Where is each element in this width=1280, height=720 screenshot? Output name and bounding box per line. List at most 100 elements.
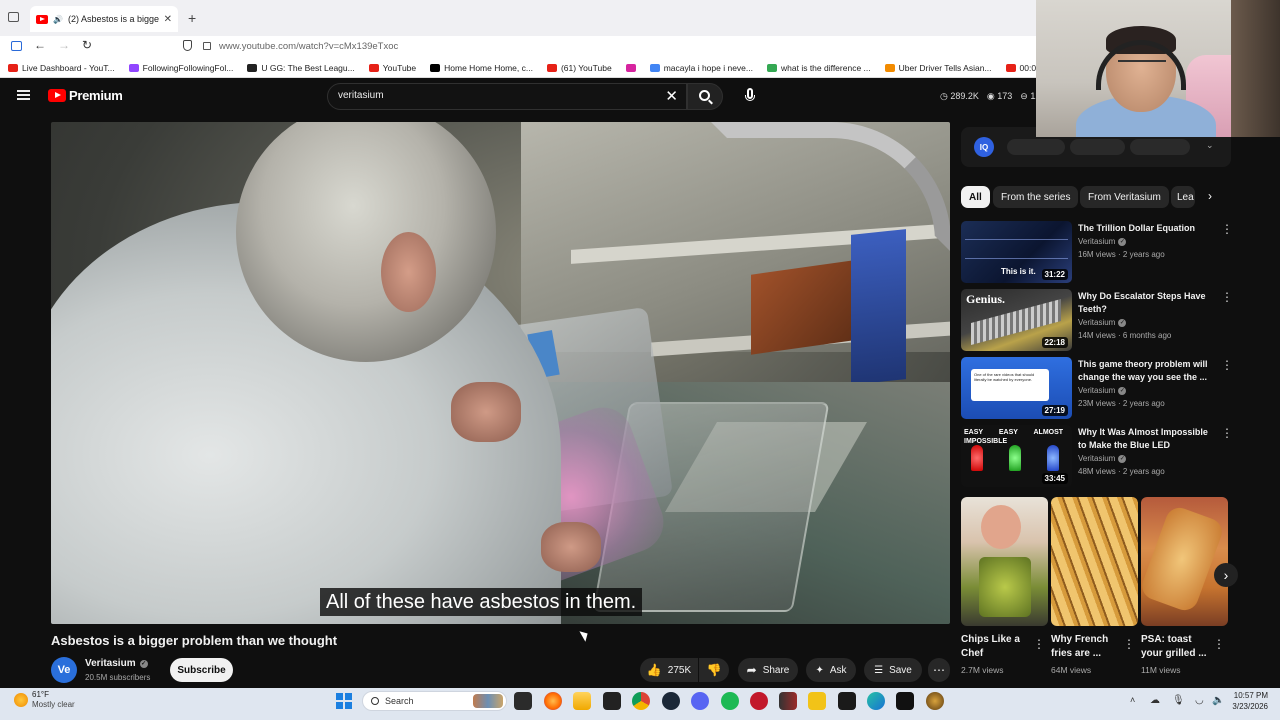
channel-name[interactable]: Veritasium ✓ (85, 658, 148, 669)
chevron-down-icon[interactable]: ⌄ (1206, 140, 1214, 151)
chip-from-veritasium[interactable]: From Veritasium (1080, 186, 1169, 208)
capcut-icon[interactable] (896, 692, 914, 710)
spotify-icon[interactable] (721, 692, 739, 710)
tab-overview-icon[interactable] (8, 12, 19, 22)
chip-lea[interactable]: Lea (1171, 186, 1195, 208)
bookmark-item[interactable]: FollowingFollowingFol... (128, 63, 233, 73)
video-player[interactable] (51, 122, 950, 624)
short-menu-icon-1[interactable]: ⋮ (1033, 637, 1045, 651)
rec-channel[interactable]: Veritasium ✓ (1078, 237, 1127, 246)
speaker-icon[interactable]: 🔊 (53, 15, 63, 24)
rec-menu-icon[interactable]: ⋮ (1221, 291, 1233, 303)
bookmark-item[interactable]: what is the difference ... (767, 63, 871, 73)
bookmark-item[interactable]: (61) YouTube (546, 63, 612, 73)
network-icon[interactable]: ☁ (1150, 695, 1160, 706)
red-app-icon[interactable] (750, 692, 768, 710)
short-menu-icon-3[interactable]: ⋮ (1213, 637, 1225, 651)
task-view-icon[interactable] (514, 692, 532, 710)
browser-tab-active[interactable]: 🔊 (2) Asbestos is a bigger pro ✕ (30, 6, 178, 32)
file-explorer-icon[interactable] (573, 692, 591, 710)
bookmark-item[interactable] (625, 63, 636, 72)
verified-icon: ✓ (1118, 318, 1127, 327)
clear-search-icon[interactable]: ✕ (665, 87, 678, 105)
shorts-next-button[interactable]: › (1214, 563, 1238, 587)
rec-channel[interactable]: Veritasium ✓ (1078, 318, 1127, 327)
chip-from-series[interactable]: From the series (993, 186, 1079, 208)
media-app-icon[interactable] (779, 692, 797, 710)
bookmark-item[interactable]: Uber Driver Tells Asian... (884, 63, 992, 73)
iq-icon[interactable]: IQ (974, 137, 994, 157)
rec-thumbnail[interactable]: Genius. 22:18 (961, 289, 1072, 351)
save-button[interactable]: ☰ Save (864, 658, 922, 682)
search-input[interactable]: veritasium ✕ (327, 83, 687, 110)
rec-channel[interactable]: Veritasium ✓ (1078, 454, 1127, 463)
ai-panel-pill-1[interactable] (1007, 139, 1065, 155)
youtube-logo[interactable]: Premium (48, 88, 123, 103)
short-thumbnail-2[interactable] (1051, 497, 1138, 626)
forward-icon[interactable]: → (58, 38, 70, 52)
clock[interactable]: 10:57 PM 3/23/2026 (1232, 690, 1268, 712)
rec-thumbnail[interactable]: This is it. 31:22 (961, 221, 1072, 283)
start-button-icon[interactable] (336, 693, 352, 709)
voice-search-button[interactable] (736, 83, 764, 110)
new-tab-icon[interactable]: + (188, 10, 196, 26)
short-title-2[interactable]: Why French fries are ... (1051, 633, 1121, 661)
app-x-icon[interactable] (603, 692, 621, 710)
tray-chevron-icon[interactable]: ˄ (1130, 695, 1135, 705)
search-button[interactable] (687, 83, 723, 110)
recommendation-2[interactable]: Genius. 22:18 Why Do Escalator Steps Hav… (961, 289, 1233, 351)
short-thumbnail-1[interactable] (961, 497, 1048, 626)
lock-icon[interactable] (203, 42, 211, 50)
ask-button[interactable]: ✦ Ask (806, 658, 856, 682)
shield-icon[interactable] (183, 40, 192, 51)
bookmark-item[interactable]: Live Dashboard - YouT... (8, 63, 115, 73)
bookmark-item[interactable]: Home Home Home, c... (430, 63, 533, 73)
wifi-icon[interactable]: ◡ (1195, 695, 1204, 706)
like-button[interactable]: 👍 275K (640, 658, 698, 682)
rec-thumbnail[interactable]: One of the rare videos that should liter… (961, 357, 1072, 419)
warcraft-icon[interactable] (926, 692, 944, 710)
more-actions-button[interactable]: ⋯ (928, 658, 950, 682)
weather-widget[interactable]: 61°F Mostly clear (14, 690, 75, 710)
bookmark-item[interactable]: macayla i hope i neve... (649, 63, 753, 73)
bookmark-item[interactable]: YouTube (368, 63, 416, 73)
mic-tray-icon[interactable]: 🎙 (1172, 695, 1185, 706)
youtube-favicon-icon (36, 14, 48, 24)
discord-icon[interactable] (691, 692, 709, 710)
channel-avatar[interactable]: Ve (51, 657, 77, 683)
recommendation-3[interactable]: One of the rare videos that should liter… (961, 357, 1233, 419)
rec-channel[interactable]: Veritasium ✓ (1078, 386, 1127, 395)
back-icon[interactable]: ← (34, 38, 46, 52)
share-button[interactable]: ➦ Share (738, 658, 798, 682)
subscribe-button[interactable]: Subscribe (170, 658, 233, 682)
short-title-3[interactable]: PSA: toast your grilled ... (1141, 633, 1211, 661)
short-menu-icon-2[interactable]: ⋮ (1123, 637, 1135, 651)
short-title-1[interactable]: Chips Like a Chef (961, 633, 1031, 661)
close-tab-icon[interactable]: ✕ (164, 14, 172, 25)
rec-menu-icon[interactable]: ⋮ (1221, 359, 1233, 371)
chrome-icon[interactable] (632, 692, 650, 710)
taskbar-search[interactable]: Search (362, 691, 507, 711)
chips-next-icon[interactable]: › (1208, 189, 1212, 203)
bookmark-item[interactable]: U GG: The Best Leagu... (247, 63, 355, 73)
yellow-app-icon[interactable] (808, 692, 826, 710)
firefox-icon[interactable] (544, 692, 562, 710)
rec-thumbnail[interactable]: EASY EASY ALMOST IMPOSSIBLE 33:45 (961, 425, 1072, 487)
chip-all[interactable]: All (961, 186, 990, 208)
short-thumbnail-3[interactable] (1141, 497, 1228, 626)
rec-menu-icon[interactable]: ⋮ (1221, 427, 1233, 439)
ai-panel-pill-3[interactable] (1130, 139, 1190, 155)
ai-panel-pill-2[interactable] (1070, 139, 1125, 155)
recommendation-1[interactable]: This is it. 31:22 The Trillion Dollar Eq… (961, 221, 1233, 283)
notepad-icon[interactable] (838, 692, 856, 710)
dislike-button[interactable]: 👎 (699, 658, 729, 682)
url-field[interactable]: www.youtube.com/watch?v=cMx139eTxoc (219, 41, 398, 52)
edge-icon[interactable] (867, 692, 885, 710)
menu-icon[interactable] (17, 90, 30, 100)
reload-icon[interactable]: ↻ (82, 38, 92, 52)
steam-icon[interactable] (662, 692, 680, 710)
sidebar-toggle-icon[interactable] (11, 41, 22, 51)
recommendation-4[interactable]: EASY EASY ALMOST IMPOSSIBLE 33:45 Why It… (961, 425, 1233, 487)
volume-icon[interactable]: 🔈 (1212, 695, 1224, 706)
rec-menu-icon[interactable]: ⋮ (1221, 223, 1233, 235)
